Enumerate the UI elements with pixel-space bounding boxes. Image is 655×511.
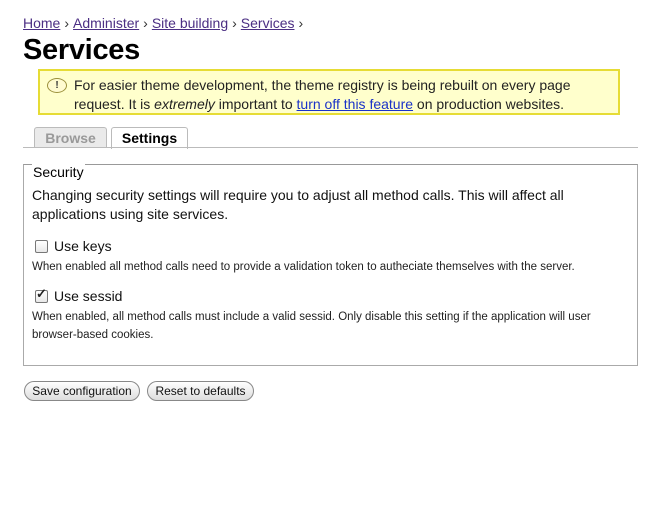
theme-registry-warning: ! For easier theme development, the them… bbox=[38, 69, 620, 115]
use-sessid-label[interactable]: Use sessid bbox=[54, 288, 122, 304]
tabs-divider bbox=[23, 147, 638, 148]
security-legend: Security bbox=[32, 164, 85, 180]
tab-browse[interactable]: Browse bbox=[34, 127, 107, 148]
page-title: Services bbox=[23, 34, 140, 66]
warning-text-middle: important to bbox=[214, 96, 297, 112]
use-sessid-checkbox[interactable]: ✓ bbox=[35, 286, 48, 303]
breadcrumb-separator: › bbox=[298, 15, 304, 31]
save-configuration-button[interactable]: Save configuration bbox=[24, 381, 140, 401]
breadcrumb-separator: › bbox=[232, 15, 237, 31]
use-sessid-help: When enabled, all method calls must incl… bbox=[32, 311, 591, 341]
exclamation-icon: ! bbox=[47, 78, 67, 93]
breadcrumb: Home › Administer › Site building › Services › bbox=[23, 15, 307, 31]
breadcrumb-administer-link[interactable]: Administer bbox=[73, 15, 139, 31]
reset-to-defaults-button[interactable]: Reset to defaults bbox=[147, 381, 254, 401]
breadcrumb-separator: › bbox=[64, 15, 70, 31]
turn-off-feature-link[interactable]: turn off this feature bbox=[297, 96, 413, 112]
checkmark-icon: ✓ bbox=[36, 286, 47, 301]
warning-message: For easier theme development, the theme … bbox=[74, 76, 614, 114]
breadcrumb-home-link[interactable]: Home bbox=[23, 15, 60, 31]
breadcrumb-separator: › bbox=[143, 15, 148, 31]
use-keys-label[interactable]: Use keys bbox=[54, 238, 112, 254]
security-description: Changing security settings will require … bbox=[32, 187, 564, 222]
tab-settings[interactable]: Settings bbox=[111, 127, 188, 149]
warning-emphasis: extremely bbox=[154, 96, 215, 112]
use-keys-help: When enabled all method calls need to pr… bbox=[32, 261, 575, 273]
warning-text-after: on production websites. bbox=[413, 96, 565, 112]
use-keys-checkbox[interactable] bbox=[35, 240, 48, 253]
breadcrumb-site-building-link[interactable]: Site building bbox=[152, 15, 228, 31]
breadcrumb-services-link[interactable]: Services bbox=[241, 15, 295, 31]
